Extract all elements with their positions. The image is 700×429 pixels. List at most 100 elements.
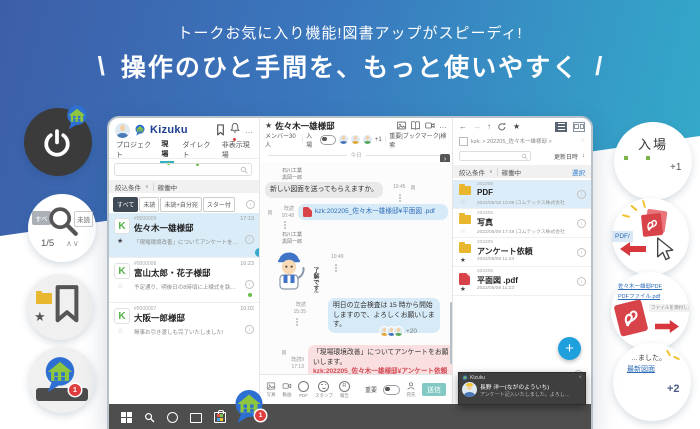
- info-icon[interactable]: i: [577, 219, 586, 228]
- chat-panel: ★ 佐々木一雄様邸 … メンバー30人 | 入場 +1: [259, 118, 453, 404]
- badge-latest-line1: …ました。: [631, 353, 666, 363]
- filter-tab-unread-mine[interactable]: 未読+自分宛: [160, 197, 202, 212]
- list-view-button[interactable]: [555, 122, 567, 132]
- tab-direct[interactable]: ダイレクト: [181, 138, 213, 162]
- room-preview: 無事お引き渡しも完了いたしました!: [134, 328, 239, 336]
- user-avatar[interactable]: [115, 123, 130, 138]
- star-icon[interactable]: ☆: [580, 138, 585, 144]
- attach-video-button[interactable]: 動画: [282, 381, 292, 398]
- refresh-icon[interactable]: [497, 122, 507, 132]
- star-icon[interactable]: ★: [513, 122, 520, 131]
- survey-link[interactable]: kzk:202205_佐々木一雄様邸¥アンケート依頼: [313, 367, 452, 374]
- report-button[interactable]: R 報告: [339, 381, 350, 399]
- info-icon[interactable]: i: [245, 325, 254, 334]
- file-filter-condition[interactable]: 絞込条件: [459, 167, 485, 177]
- reactions-count: +20: [406, 328, 417, 335]
- grid-view-button[interactable]: [573, 122, 585, 132]
- info-icon[interactable]: i: [577, 190, 586, 199]
- file-search-input[interactable]: [459, 151, 531, 161]
- tab-genba[interactable]: 現場: [160, 137, 174, 163]
- star-icon[interactable]: ★: [265, 121, 272, 130]
- info-icon[interactable]: i: [577, 248, 586, 257]
- back-icon[interactable]: ←: [459, 122, 467, 131]
- room-item-osaka[interactable]: K #0000007 大阪一郎様邸 10:02 ☆ 無事お引き渡しも完了いたしま…: [109, 303, 259, 348]
- stamp-button[interactable]: スタンプ: [315, 381, 333, 399]
- file-item-survey-folder[interactable]: 202205 アンケート依頼 2022/05/08 11:23 ★ i: [453, 238, 591, 267]
- more-menu-button[interactable]: …: [245, 126, 253, 135]
- bookmark-icon[interactable]: [216, 124, 225, 136]
- task-view-icon[interactable]: [190, 413, 202, 423]
- notification-toast[interactable]: Kizuku × 長野 洋一(ながのよういち) アンケート記入いたしました。よろ…: [458, 372, 586, 405]
- sort-label[interactable]: 更新日時: [554, 152, 578, 161]
- star-icon[interactable]: ★: [460, 256, 466, 264]
- taskbar-search-icon[interactable]: [144, 412, 155, 423]
- badge-search-count: 1/5: [41, 238, 54, 249]
- select-link[interactable]: 選択: [572, 167, 585, 177]
- info-icon[interactable]: i: [245, 280, 254, 289]
- info-icon[interactable]: i: [577, 277, 586, 286]
- documents-icon[interactable]: [410, 120, 421, 131]
- room-item-toyama[interactable]: K #0000008 富山太郎・花子様邸 16:23 ☆ 予定通り、明後日の8時…: [109, 258, 259, 303]
- read-receipt: 既読: [274, 206, 294, 213]
- up-icon[interactable]: ↑: [487, 122, 491, 131]
- room-search-input[interactable]: [114, 163, 252, 176]
- chat-message-list[interactable]: 石川工業 黒岡一郎 新しい図面を送ってもらえますか。 10:45 既読 10:4…: [260, 162, 452, 374]
- video-call-icon[interactable]: [424, 120, 436, 131]
- file-link-text[interactable]: kzk:202205_佐々木一雄様邸¥平面図 .pdf: [315, 207, 435, 216]
- toast-close-button[interactable]: ×: [578, 375, 582, 381]
- message-menu-icon[interactable]: [399, 194, 401, 196]
- filter-tab-starred[interactable]: スター付: [203, 197, 235, 212]
- recipient-button[interactable]: 宛先: [406, 381, 416, 398]
- star-icon[interactable]: ☆: [117, 327, 123, 335]
- star-icon[interactable]: ☆: [460, 227, 466, 235]
- entry-toggle[interactable]: [320, 135, 336, 145]
- file-item-floorplan-pdf[interactable]: 202205 平面図 .pdf 2022/05/08 11:23 ★ i: [453, 267, 591, 296]
- tab-hidden[interactable]: 非表示現場: [221, 138, 253, 162]
- windows-start-icon[interactable]: [121, 412, 132, 423]
- message-bubble-survey[interactable]: 「現場環境改善」についてアンケートをお願いします。 kzk:202205_佐々木…: [308, 345, 452, 374]
- reactions-row[interactable]: +20: [382, 327, 417, 336]
- forward-icon[interactable]: →: [473, 122, 481, 131]
- breadcrumb[interactable]: kzk: > 202205_佐々木一雄様邸 >: [471, 137, 552, 145]
- info-icon[interactable]: i: [246, 200, 255, 209]
- badge-latest-line2: 最新図面: [627, 364, 655, 374]
- attach-photo-button[interactable]: 写真: [266, 381, 276, 398]
- bookmark-flag-icon[interactable]: [282, 350, 286, 356]
- kizuku-taskbar-app[interactable]: 1: [231, 388, 267, 429]
- file-item-photo-folder[interactable]: 202205 写真 2022/05/09 17:48 |コムテックス株式会社 ☆…: [453, 209, 591, 238]
- file-item-pdf-folder[interactable]: 202205 PDF 2022/05/18 10:08 |コムテックス株式会社 …: [453, 180, 591, 209]
- message-bubble-file[interactable]: kzk:202205_佐々木一雄様邸¥平面図 .pdf: [298, 204, 448, 220]
- filter-condition-label[interactable]: 絞込条件: [115, 182, 141, 192]
- badge-search-circle: すべ 未読 1/5 ∧∨: [28, 194, 96, 262]
- star-icon[interactable]: ☆: [460, 198, 466, 206]
- bookmark-flag-icon[interactable]: [268, 210, 272, 216]
- chat-members-plus[interactable]: +1: [375, 137, 382, 143]
- filter-tab-all[interactable]: すべて: [113, 197, 138, 212]
- store-icon[interactable]: [214, 412, 226, 423]
- filter-tab-unread[interactable]: 未読: [139, 197, 159, 212]
- attach-pdf-button[interactable]: PDF: [298, 381, 309, 398]
- chat-quick-links[interactable]: 重要|ブックマーク|検索: [389, 131, 447, 149]
- survey-text: 「現場環境改善」についてアンケートをお願いします。: [313, 348, 452, 367]
- photos-icon[interactable]: [396, 120, 407, 131]
- chat-members-count[interactable]: メンバー30人: [265, 131, 299, 149]
- star-icon[interactable]: ☆: [117, 282, 123, 290]
- notifications-button[interactable]: [229, 121, 241, 139]
- more-menu-button[interactable]: …: [439, 121, 447, 130]
- message-menu-icon[interactable]: [284, 221, 286, 223]
- star-icon[interactable]: ★: [117, 237, 123, 245]
- toast-message: アンケート記入いたしました。よろし…: [480, 391, 570, 398]
- cortana-icon[interactable]: [167, 412, 178, 423]
- send-button[interactable]: 送信: [422, 383, 446, 396]
- bookmark-flag-icon[interactable]: [411, 185, 415, 191]
- message-menu-icon[interactable]: [296, 318, 298, 320]
- room-preview: 「現場環境改善」についてアンケートをお願いします …: [134, 238, 239, 246]
- add-file-button[interactable]: +: [558, 337, 581, 360]
- info-icon[interactable]: i: [245, 235, 254, 244]
- tab-project[interactable]: プロジェクト: [115, 138, 153, 162]
- message-menu-icon[interactable]: [335, 264, 337, 266]
- star-icon[interactable]: ★: [460, 285, 466, 293]
- room-item-sasaki[interactable]: K #0000009 佐々木一雄様邸 17:13 ★ 「現場環境改善」についてア…: [109, 213, 259, 258]
- chat-scrollbar[interactable]: [450, 302, 453, 364]
- important-toggle[interactable]: [383, 385, 400, 395]
